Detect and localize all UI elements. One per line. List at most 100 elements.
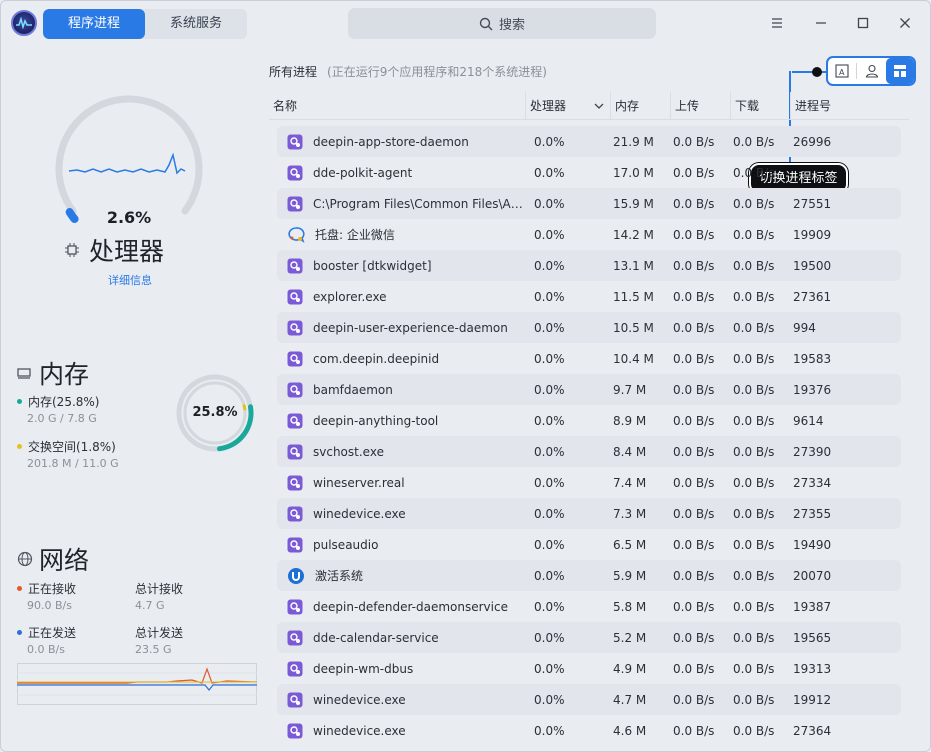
network-title-label: 网络 [39,546,90,575]
process-memory: 9.7 M [613,382,647,397]
network-chart [17,663,257,705]
process-cpu: 0.0% [534,227,565,242]
table-row[interactable]: winedevice.exe 0.0% 7.3 M 0.0 B/s 0.0 B/s 273… [277,498,901,529]
table-row[interactable]: pulseaudio 0.0% 6.5 M 0.0 B/s 0.0 B/s 19490 [277,529,901,560]
process-icon [287,196,303,211]
process-pid: 27390 [793,444,832,459]
menu-button[interactable] [765,11,789,35]
table-row[interactable]: winedevice.exe 0.0% 4.7 M 0.0 B/s 0.0 B/s 199… [277,684,901,715]
process-heading: 所有进程 (正在运行9个应用程序和218个系统进程) [269,63,547,80]
table-row[interactable]: explorer.exe 0.0% 11.5 M 0.0 B/s 0.0 B/s 2736… [277,281,901,312]
table-row[interactable]: winedevice.exe 0.0% 4.6 M 0.0 B/s 0.0 B/s 273… [277,715,901,746]
process-name: winedevice.exe [313,692,406,707]
process-icon [287,723,303,738]
column-upload[interactable]: 上传 [671,92,731,120]
total-send-value: 23.5 G [135,643,172,656]
grid-icon [893,65,906,77]
maximize-button[interactable] [851,11,875,35]
process-view-switch: A [826,56,916,86]
column-pid[interactable]: 进程号 [791,92,909,120]
process-icon [287,258,303,273]
memory-title-label: 内存 [39,360,90,389]
memory-percent: 25.8% [192,405,238,420]
process-icon [287,289,303,304]
process-name: deepin-defender-daemonservice [313,599,508,614]
process-name-cell: pulseaudio [277,537,524,553]
wecom-icon [288,226,305,243]
table-row[interactable]: deepin-user-experience-daemon 0.0% 10.5 M 0… [277,312,901,343]
process-download: 0.0 B/s [733,537,775,552]
process-download: 0.0 B/s [733,599,775,614]
process-memory: 13.1 M [613,258,654,273]
table-row[interactable]: deepin-app-store-daemon 0.0% 21.9 M 0.0 B/s… [277,126,901,157]
process-download: 0.0 B/s [733,661,775,676]
column-memory[interactable]: 内存 [611,92,671,120]
memory-label: 内存(25.8%) [28,395,100,409]
process-icon [287,506,303,521]
tab-processes[interactable]: 程序进程 [43,9,145,39]
tab-services[interactable]: 系统服务 [145,9,247,39]
process-name: deepin-wm-dbus [313,661,414,676]
table-row[interactable]: wineserver.real 0.0% 7.4 M 0.0 B/s 0.0 B/s 27… [277,467,901,498]
process-name-cell: winedevice.exe [277,723,524,739]
process-download: 0.0 B/s [733,165,775,180]
process-cpu: 0.0% [534,537,565,552]
process-memory: 11.5 M [613,289,654,304]
table-row[interactable]: 托盘: 企业微信 0.0% 14.2 M 0.0 B/s 0.0 B/s 19909 [277,219,901,250]
process-name-cell: deepin-defender-daemonservice [277,599,524,615]
total-recv-legend: 总计接收 [135,580,183,597]
process-download: 0.0 B/s [733,723,775,738]
column-download[interactable]: 下载 [731,92,791,120]
table-row[interactable]: deepin-wm-dbus 0.0% 4.9 M 0.0 B/s 0.0 B/s 193… [277,653,901,684]
process-pid: 994 [793,320,816,335]
process-memory: 5.9 M [613,568,647,583]
process-name-cell: deepin-anything-tool [277,413,524,429]
table-row[interactable]: deepin-defender-daemonservice 0.0% 5.8 M 0.… [277,591,901,622]
process-name: dde-polkit-agent [313,165,413,180]
table-row[interactable]: booster [dtkwidget] 0.0% 13.1 M 0.0 B/s 0.0 … [277,250,901,281]
minimize-button[interactable] [809,11,833,35]
send-label: 正在发送 [28,626,77,640]
process-memory: 5.8 M [613,599,647,614]
process-name: bamfdaemon [313,382,393,397]
view-user-button[interactable] [857,58,885,84]
process-icon [287,599,303,614]
view-all-button[interactable] [885,58,915,84]
table-row[interactable]: deepin-anything-tool 0.0% 8.9 M 0.0 B/s 0.0 … [277,405,901,436]
menu-icon [772,18,782,28]
network-title: 网络 [17,541,89,577]
column-name[interactable]: 名称 [269,92,526,120]
process-pid: 20070 [793,568,832,583]
process-name-cell: svchost.exe [277,444,524,460]
cpu-detail-link[interactable]: 详细信息 [108,272,152,288]
search-input[interactable]: 搜索 [348,8,656,39]
column-cpu[interactable]: 处理器 [526,92,611,120]
process-name: winedevice.exe [313,506,406,521]
process-pid: 19376 [793,382,832,397]
table-row[interactable]: C:\Program Files\Common Files\A… 0.0% 15.9… [277,188,901,219]
table-row[interactable]: bamfdaemon 0.0% 9.7 M 0.0 B/s 0.0 B/s 19376 [277,374,901,405]
app-window-icon: A [835,64,849,78]
process-name: deepin-user-experience-daemon [313,320,508,335]
svg-text:A: A [839,68,845,77]
table-row[interactable]: dde-polkit-agent 0.0% 17.0 M 0.0 B/s 0.0 B/s [277,157,901,188]
table-row[interactable]: dde-calendar-service 0.0% 5.2 M 0.0 B/s 0.0 … [277,622,901,653]
process-count-hint: (正在运行9个应用程序和218个系统进程) [327,65,547,79]
process-name: explorer.exe [313,289,387,304]
process-icon [287,134,303,149]
table-row[interactable]: com.deepin.deepinid 0.0% 10.4 M 0.0 B/s 0.0 … [277,343,901,374]
table-row[interactable]: svchost.exe 0.0% 8.4 M 0.0 B/s 0.0 B/s 27390 [277,436,901,467]
process-name-cell: wineserver.real [277,475,524,491]
process-download: 0.0 B/s [733,196,775,211]
process-upload: 0.0 B/s [673,351,715,366]
process-download: 0.0 B/s [733,227,775,242]
view-apps-button[interactable]: A [828,58,856,84]
process-name-cell: deepin-app-store-daemon [277,134,524,150]
process-pid: 19912 [793,692,832,707]
process-name-cell: winedevice.exe [277,506,524,522]
close-button[interactable] [893,11,917,35]
table-row[interactable]: 激活系统 0.0% 5.9 M 0.0 B/s 0.0 B/s 20070 [277,560,901,591]
process-name: com.deepin.deepinid [313,351,440,366]
callout-dot [812,67,822,77]
send-dot-icon [17,630,22,635]
